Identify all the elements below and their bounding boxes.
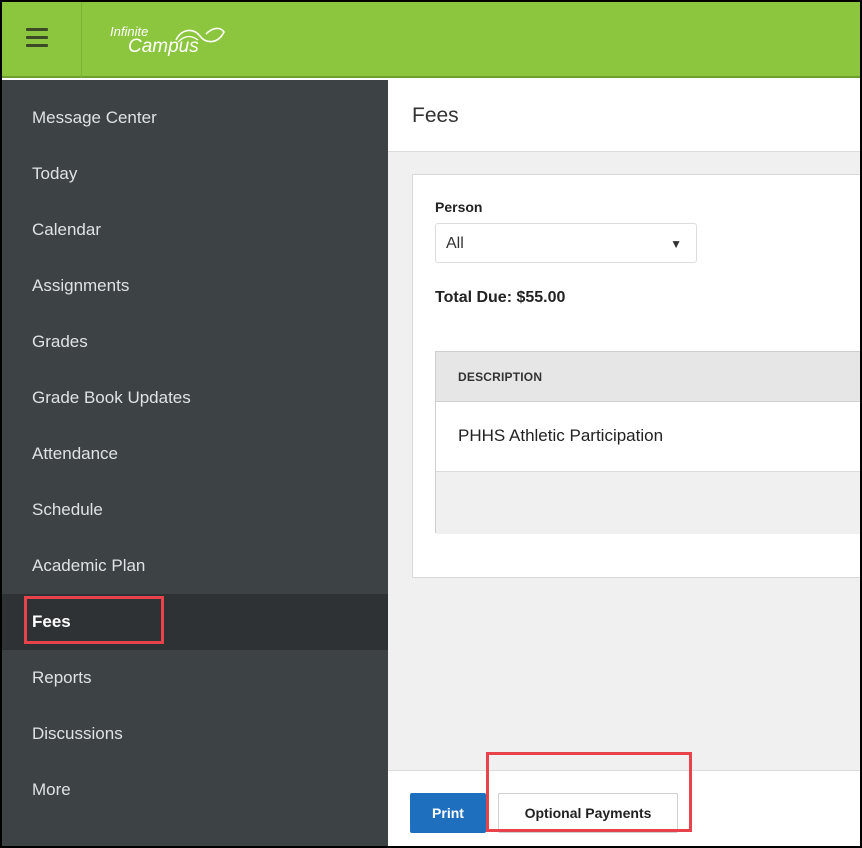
sidebar-item-assignments[interactable]: Assignments	[2, 258, 388, 314]
sidebar-item-label: Reports	[32, 668, 92, 687]
table-footer	[436, 472, 860, 534]
column-header-description: DESCRIPTION	[458, 370, 543, 384]
table-row[interactable]: PHHS Athletic Participation	[436, 402, 860, 472]
sidebar-item-academic-plan[interactable]: Academic Plan	[2, 538, 388, 594]
fees-highlight-box	[24, 596, 164, 644]
sidebar-item-label: Assignments	[32, 276, 130, 295]
table-header: DESCRIPTION	[436, 352, 860, 402]
sidebar-item-label: Discussions	[32, 724, 123, 743]
print-button[interactable]: Print	[410, 793, 486, 833]
sidebar-item-label: Today	[32, 164, 78, 183]
sidebar-item-label: More	[32, 780, 71, 799]
sidebar-item-label: Grades	[32, 332, 88, 351]
sidebar-item-attendance[interactable]: Attendance	[2, 426, 388, 482]
person-select[interactable]: All ▼	[435, 223, 697, 263]
person-label: Person	[435, 199, 483, 215]
title-bar: Fees	[388, 80, 860, 152]
sidebar-item-calendar[interactable]: Calendar	[2, 202, 388, 258]
sidebar-item-grades[interactable]: Grades	[2, 314, 388, 370]
main-content: Fees Person All ▼ Total Due: $55.00 DESC…	[388, 80, 860, 846]
sidebar-item-label: Calendar	[32, 220, 101, 239]
sidebar-item-reports[interactable]: Reports	[2, 650, 388, 706]
sidebar-item-today[interactable]: Today	[2, 146, 388, 202]
optional-payments-highlight-box	[486, 752, 692, 832]
menu-toggle[interactable]	[2, 2, 82, 78]
fees-card: Person All ▼ Total Due: $55.00 DESCRIPTI…	[412, 174, 860, 578]
sidebar-item-label: Attendance	[32, 444, 119, 463]
sidebar-item-grade-book-updates[interactable]: Grade Book Updates	[2, 370, 388, 426]
sidebar-item-label: Schedule	[32, 500, 103, 519]
sidebar-item-label: Message Center	[32, 108, 157, 127]
app-window: Infinite Campus Message Center Today Cal…	[0, 0, 862, 848]
dropdown-arrow-icon: ▼	[670, 237, 682, 251]
sidebar-item-more[interactable]: More	[2, 762, 388, 818]
total-due: Total Due: $55.00	[435, 289, 566, 306]
infinity-swirl-icon	[175, 27, 225, 43]
fee-description: PHHS Athletic Participation	[458, 426, 664, 445]
sidebar-item-discussions[interactable]: Discussions	[2, 706, 388, 762]
page-title: Fees	[412, 104, 459, 127]
person-select-value: All	[446, 235, 464, 252]
sidebar-item-schedule[interactable]: Schedule	[2, 482, 388, 538]
fees-table: DESCRIPTION PHHS Athletic Participation	[435, 351, 860, 534]
sidebar-item-label: Grade Book Updates	[32, 388, 191, 407]
infinite-campus-logo: Infinite Campus	[110, 22, 230, 62]
top-header: Infinite Campus	[2, 2, 860, 78]
sidebar-item-message-center[interactable]: Message Center	[2, 90, 388, 146]
sidebar-nav: Message Center Today Calendar Assignment…	[2, 80, 388, 846]
sidebar-item-label: Academic Plan	[32, 556, 146, 575]
hamburger-icon[interactable]	[26, 28, 48, 48]
